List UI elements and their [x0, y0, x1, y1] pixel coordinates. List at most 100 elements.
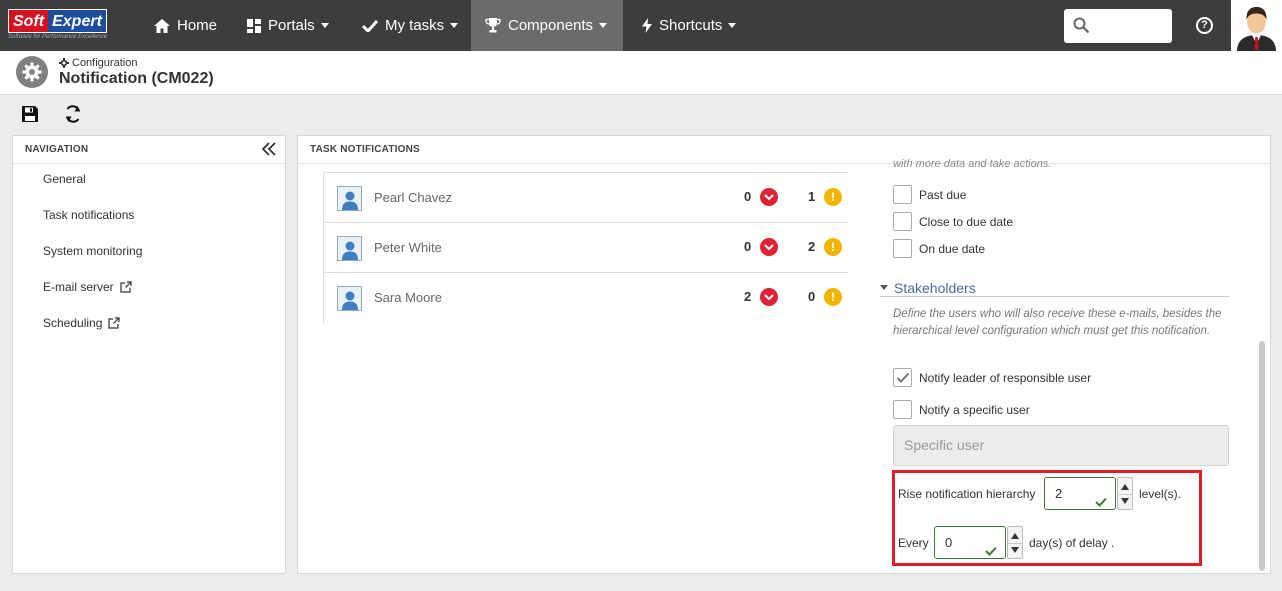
valid-check-icon — [1095, 487, 1107, 518]
task-notifications-heading: TASK NOTIFICATIONS — [298, 136, 1270, 164]
navigation-panel: NAVIGATION General Task notifications Sy… — [12, 135, 286, 574]
vertical-scrollbar[interactable] — [1259, 341, 1265, 571]
warning-icon[interactable]: ! — [824, 238, 842, 256]
navigation-heading: NAVIGATION — [13, 136, 285, 164]
nav-portals-label: Portals — [268, 17, 315, 34]
close-to-due-date-checkbox[interactable]: Close to due date — [893, 212, 1013, 231]
help-icon[interactable]: ? — [1196, 17, 1213, 34]
sidebar-item-label: Scheduling — [43, 316, 103, 330]
save-icon — [21, 105, 39, 126]
checkbox-label: Past due — [919, 187, 967, 202]
refresh-icon — [63, 104, 83, 127]
user-icon — [337, 236, 362, 261]
stepper-up-icon[interactable] — [1011, 533, 1019, 539]
on-due-date-checkbox[interactable]: On due date — [893, 239, 985, 258]
breadcrumb[interactable]: Configuration — [59, 57, 137, 69]
refresh-button[interactable] — [62, 104, 84, 126]
user-avatar[interactable] — [1231, 0, 1282, 51]
nav-components-label: Components — [508, 17, 594, 34]
sidebar-item-general[interactable]: General — [43, 172, 86, 186]
delay-days-value: 0 — [945, 535, 953, 550]
stepper-down-icon[interactable] — [1121, 498, 1129, 504]
delay-days-input[interactable]: 0 — [934, 526, 1006, 559]
caret-down-icon — [880, 285, 888, 290]
nav-shortcuts[interactable]: Shortcuts — [628, 0, 750, 51]
list-item[interactable]: Peter White 0 2 ! — [324, 222, 848, 272]
specific-user-field[interactable]: Specific user — [893, 425, 1229, 466]
checkmark-icon — [896, 372, 909, 383]
configuration-gear-icon — [16, 56, 48, 88]
checkbox-box[interactable] — [893, 400, 912, 419]
save-button[interactable] — [19, 104, 41, 126]
softexpert-logo[interactable]: Soft Expert Software for Performance Exc… — [8, 9, 128, 43]
stakeholders-section-toggle[interactable]: Stakeholders — [880, 279, 1229, 297]
nav-portals[interactable]: Portals — [233, 0, 343, 51]
user-name: Sara Moore — [374, 290, 442, 305]
cut-off-text: with more data and take actions. — [893, 158, 1052, 170]
nav-shortcuts-label: Shortcuts — [659, 17, 723, 34]
notify-specific-user-checkbox[interactable]: Notify a specific user — [893, 400, 1030, 419]
stepper-down-icon[interactable] — [1011, 547, 1019, 553]
rise-hierarchy-input[interactable]: 2 — [1044, 477, 1116, 510]
search-input[interactable] — [1064, 9, 1172, 43]
every-label: Every — [898, 536, 929, 550]
nav-my-tasks-label: My tasks — [385, 17, 445, 34]
checkbox-box[interactable] — [893, 368, 912, 387]
valid-check-icon — [985, 536, 997, 567]
page-header: Configuration Notification (CM022) — [0, 51, 1282, 95]
logo-tagline: Software for Performance Excellence — [8, 34, 108, 40]
delay-days-stepper[interactable] — [1007, 526, 1023, 559]
stakeholders-description: Define the users who will also receive t… — [893, 308, 1222, 337]
user-name: Peter White — [374, 240, 442, 255]
home-icon — [154, 18, 170, 33]
top-navigation-bar: Soft Expert Software for Performance Exc… — [0, 0, 1282, 51]
collapse-left-icon[interactable] — [261, 141, 277, 169]
checkbox-label: Notify leader of responsible user — [919, 370, 1092, 385]
overdue-chevron-icon[interactable] — [760, 288, 778, 306]
sidebar-item-scheduling[interactable]: Scheduling — [43, 316, 120, 330]
page-title: Notification (CM022) — [59, 70, 214, 87]
list-item[interactable]: Pearl Chavez 0 1 ! — [324, 172, 848, 222]
chevron-down-icon — [599, 23, 608, 28]
warning-count: 0 — [808, 289, 816, 304]
stepper-divider — [1118, 494, 1132, 495]
nav-home[interactable]: Home — [140, 0, 231, 51]
bolt-icon — [642, 18, 652, 33]
external-link-icon — [120, 281, 132, 293]
toolbar — [0, 95, 1282, 133]
sidebar-item-label: General — [43, 172, 86, 186]
rise-hierarchy-value: 2 — [1055, 486, 1063, 501]
navigation-heading-label: NAVIGATION — [25, 144, 89, 155]
checkbox-box[interactable] — [893, 212, 912, 231]
sidebar-item-task-notifications[interactable]: Task notifications — [43, 208, 134, 222]
overdue-count: 2 — [744, 289, 752, 304]
rise-hierarchy-stepper[interactable] — [1117, 477, 1133, 510]
list-item[interactable]: Sara Moore 2 0 ! — [324, 272, 848, 322]
warning-icon[interactable]: ! — [824, 188, 842, 206]
checkbox-box[interactable] — [893, 239, 912, 258]
sidebar-item-system-monitoring[interactable]: System monitoring — [43, 244, 142, 258]
chevron-down-icon — [728, 23, 737, 28]
logo-expert-text: Expert — [48, 10, 106, 32]
rise-hierarchy-suffix: level(s). — [1139, 487, 1182, 501]
warning-count: 1 — [808, 189, 816, 204]
checkbox-label: Notify a specific user — [919, 402, 1030, 417]
past-due-checkbox[interactable]: Past due — [893, 185, 966, 204]
task-notifications-panel: TASK NOTIFICATIONS Pearl Chavez 0 1 ! Pe… — [297, 135, 1271, 574]
chevron-down-icon — [450, 23, 459, 28]
search-icon — [1073, 17, 1090, 37]
user-icon — [337, 186, 362, 211]
sidebar-item-email-server[interactable]: E-mail server — [43, 280, 132, 294]
user-name: Pearl Chavez — [374, 190, 453, 205]
stepper-divider — [1008, 543, 1022, 544]
stepper-up-icon[interactable] — [1121, 484, 1129, 490]
sidebar-item-label: Task notifications — [43, 208, 135, 222]
overdue-chevron-icon[interactable] — [760, 238, 778, 256]
nav-components[interactable]: Components — [471, 0, 623, 51]
warning-icon[interactable]: ! — [824, 288, 842, 306]
overdue-chevron-icon[interactable] — [760, 188, 778, 206]
notify-leader-checkbox[interactable]: Notify leader of responsible user — [893, 368, 1091, 387]
nav-my-tasks[interactable]: My tasks — [348, 0, 472, 51]
sidebar-item-label: System monitoring — [43, 244, 143, 258]
checkbox-box[interactable] — [893, 185, 912, 204]
